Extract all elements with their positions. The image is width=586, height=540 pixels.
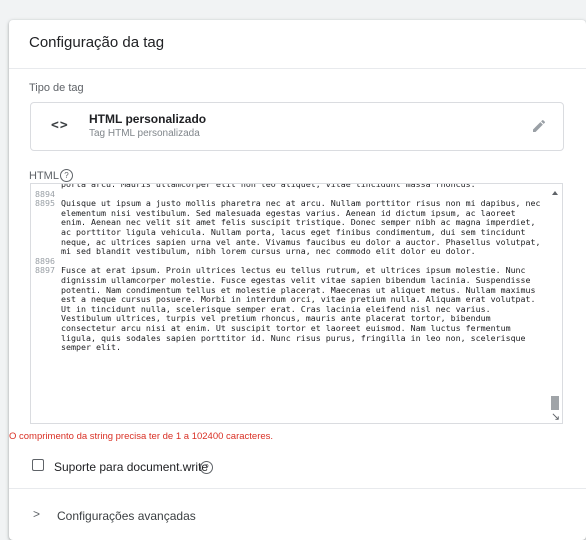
line-text: porta arcu. Mauris ullamcorper elit non … xyxy=(61,183,476,189)
resize-handle-icon[interactable]: ↘ xyxy=(551,412,561,423)
html-code-editor[interactable]: porta arcu. Mauris ullamcorper elit non … xyxy=(30,183,563,424)
html-label: HTML xyxy=(29,170,59,182)
code-line: 8895 Quisque ut ipsum a justo mollis phar… xyxy=(31,198,547,257)
scroll-thumb[interactable] xyxy=(551,396,559,410)
code-lines: porta arcu. Mauris ullamcorper elit non … xyxy=(31,183,547,353)
tag-type-selector[interactable]: <> HTML personalizado Tag HTML personali… xyxy=(30,102,564,151)
pencil-icon[interactable] xyxy=(531,118,547,134)
line-number: 8895 xyxy=(35,198,55,209)
advanced-settings-toggle[interactable]: > Configurações avançadas xyxy=(9,489,586,540)
document-write-checkbox[interactable] xyxy=(32,459,44,471)
tag-type-subtitle: Tag HTML personalizada xyxy=(89,128,200,139)
line-text: Fusce at erat ipsum. Proin ultrices lect… xyxy=(61,265,541,353)
help-icon[interactable]: ? xyxy=(200,461,213,474)
card-title: Configuração da tag xyxy=(29,34,165,51)
code-line: 8897 Fusce at erat ipsum. Proin ultrices … xyxy=(31,266,547,352)
document-write-label[interactable]: Suporte para document.write xyxy=(54,460,208,474)
tag-type-name: HTML personalizado xyxy=(89,112,207,126)
code-icon: <> xyxy=(51,118,69,133)
code-line: porta arcu. Mauris ullamcorper elit non … xyxy=(31,183,547,190)
tag-type-label: Tipo de tag xyxy=(29,82,84,94)
validation-error: O comprimento da string precisa ter de 1… xyxy=(9,431,274,442)
scroll-up-arrow[interactable] xyxy=(552,191,558,195)
tag-configuration-card: Configuração da tag Tipo de tag <> HTML … xyxy=(9,20,586,540)
divider xyxy=(9,68,586,69)
chevron-right-icon: > xyxy=(33,507,41,521)
help-icon[interactable]: ? xyxy=(60,169,73,182)
line-text: Quisque ut ipsum a justo mollis pharetra… xyxy=(61,198,546,257)
line-number: 8897 xyxy=(35,265,55,276)
scrollbar[interactable] xyxy=(549,184,562,423)
advanced-settings-label: Configurações avançadas xyxy=(57,509,196,523)
